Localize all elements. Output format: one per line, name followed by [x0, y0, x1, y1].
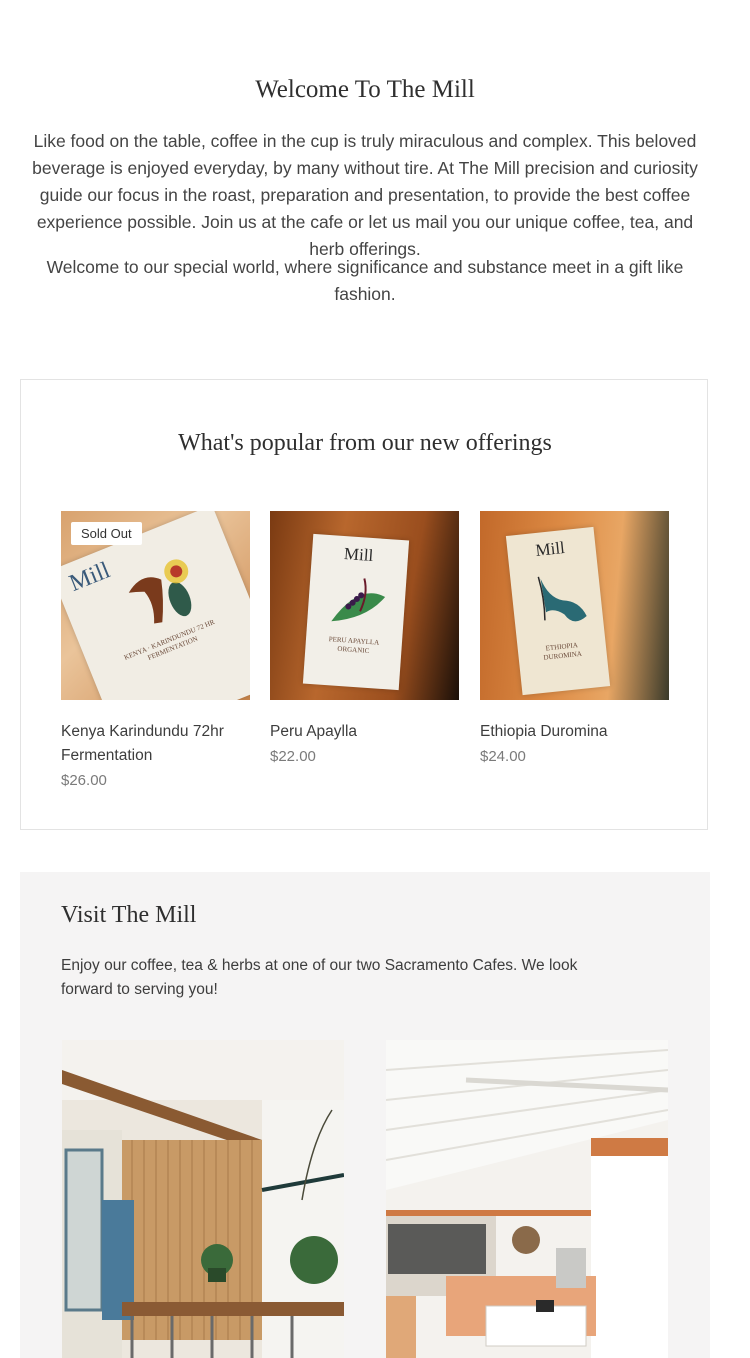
product-image[interactable]: Mill ETHIOPIA DUROMINA	[480, 511, 669, 700]
popular-title: What's popular from our new offerings	[178, 430, 552, 456]
welcome-paragraph-2: Welcome to our special world, where sign…	[46, 257, 684, 304]
product-price: $26.00	[61, 772, 107, 789]
product-image[interactable]: Mill KENYA · KARINDUNDU 72 HR FERMENTATI…	[61, 511, 250, 700]
product-card-ethiopia[interactable]: Mill ETHIOPIA DUROMINA Ethiopia Duromina…	[480, 511, 669, 770]
product-image[interactable]: Mill PERU APAYLLA ORGANIC	[270, 511, 459, 700]
bag-text: ETHIOPIA DUROMINA	[543, 641, 583, 662]
cafe-interior-illustration	[62, 1040, 344, 1358]
welcome-paragraph-1: Like food on the table, coffee in the cu…	[32, 131, 698, 259]
visit-title: Visit The Mill	[61, 902, 197, 928]
visit-section: Visit The Mill Enjoy our coffee, tea & h…	[20, 872, 710, 1358]
product-name[interactable]: Ethiopia Duromina	[480, 720, 669, 744]
product-price: $22.00	[270, 748, 316, 765]
welcome-title: Welcome To The Mill	[255, 76, 475, 103]
product-card-peru[interactable]: Mill PERU APAYLLA ORGANIC Peru Apaylla $…	[270, 511, 459, 770]
cafe-photo-1[interactable]	[62, 1040, 344, 1358]
product-name[interactable]: Peru Apaylla	[270, 720, 459, 744]
sold-out-badge: Sold Out	[71, 522, 142, 545]
visit-description: Enjoy our coffee, tea & herbs at one of …	[61, 957, 578, 998]
cafe-photo-2[interactable]	[386, 1040, 668, 1358]
bag-brand: Mill	[343, 544, 374, 566]
bag-brand: Mill	[65, 557, 114, 597]
product-price: $24.00	[480, 748, 526, 765]
bag-brand: Mill	[534, 538, 566, 560]
product-card-kenya[interactable]: Mill KENYA · KARINDUNDU 72 HR FERMENTATI…	[61, 511, 250, 794]
cafe-counter-illustration	[386, 1040, 668, 1358]
product-name[interactable]: Kenya Karindundu 72hr Fermentation	[61, 720, 250, 768]
bag-text: PERU APAYLLA ORGANIC	[328, 635, 380, 656]
